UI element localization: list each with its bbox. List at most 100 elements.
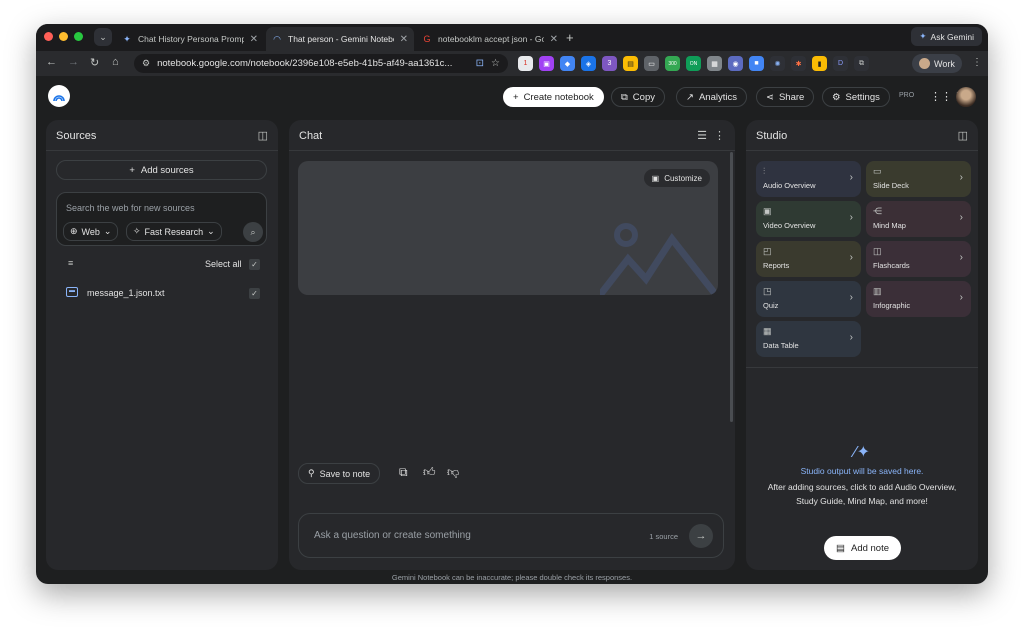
close-window-button[interactable] xyxy=(44,32,53,41)
extension-icon[interactable]: ◉ xyxy=(728,56,743,71)
extension-icon[interactable]: ◆ xyxy=(560,56,575,71)
arrow-right-icon: → xyxy=(695,530,707,542)
quiz-tile[interactable]: ◳ Quiz › xyxy=(756,281,861,317)
extension-icon[interactable]: ■ xyxy=(749,56,764,71)
web-chip-label: Web xyxy=(81,226,100,237)
web-chip[interactable]: ⊕ Web ⌄ xyxy=(63,222,119,241)
filter-icon[interactable]: ≡ xyxy=(68,258,73,268)
chevron-down-icon: ⌄ xyxy=(207,226,215,236)
more-options-icon[interactable]: ⋮ xyxy=(714,129,725,142)
back-arrow-icon[interactable]: ← xyxy=(46,56,57,68)
url-bar[interactable]: ⚙ notebook.google.com/notebook/2396e108-… xyxy=(134,54,508,73)
profile-label: Work xyxy=(934,58,955,69)
copy-button[interactable]: ⧉ Copy xyxy=(611,87,665,107)
tab-chat-history[interactable]: ✦ Chat History Persona Prompt ✕ xyxy=(116,27,264,51)
studio-panel: Studio ◫ ⫶ Audio Overview › ▭ Slide Deck… xyxy=(746,120,978,570)
save-note-label: Save to note xyxy=(319,468,371,479)
source-name: message_1.json.txt xyxy=(87,288,165,298)
extension-icon[interactable]: ▦ xyxy=(707,56,722,71)
extension-icon[interactable]: 300 xyxy=(665,56,680,71)
extension-icon[interactable]: ▮ xyxy=(812,56,827,71)
notebooklm-icon: ◠ xyxy=(273,33,281,44)
flashcards-tile[interactable]: ◫ Flashcards › xyxy=(866,241,971,277)
tab-google-search[interactable]: G notebooklm accept json - Go ✕ xyxy=(416,27,564,51)
source-item[interactable]: ▬ message_1.json.txt ✓ xyxy=(56,286,267,304)
copy-icon[interactable]: ⧉ xyxy=(399,465,408,480)
create-notebook-label: Create notebook xyxy=(523,91,594,103)
extension-icon[interactable]: ✱ xyxy=(791,56,806,71)
tile-label: Data Table xyxy=(763,341,799,350)
mind-map-tile[interactable]: ⋲ Mind Map › xyxy=(866,201,971,237)
chat-input[interactable]: Ask a question or create something xyxy=(314,530,471,541)
extension-icon[interactable]: 3 xyxy=(602,56,617,71)
analytics-button[interactable]: ↗ Analytics xyxy=(676,87,747,107)
audio-overview-tile[interactable]: ⫶ Audio Overview › xyxy=(756,161,861,197)
maximize-window-button[interactable] xyxy=(74,32,83,41)
save-to-note-button[interactable]: ⚲ Save to note xyxy=(298,463,381,484)
data-table-tile[interactable]: ▦ Data Table › xyxy=(756,321,861,357)
tab-search-button[interactable]: ⌄ xyxy=(94,28,112,46)
chat-input-box[interactable]: Ask a question or create something 1 sou… xyxy=(298,513,724,558)
source-checkbox[interactable]: ✓ xyxy=(249,288,260,299)
note-icon: ▤ xyxy=(836,542,845,554)
research-chip-label: Fast Research xyxy=(144,226,204,237)
puzzle-icon[interactable]: ⧉ xyxy=(854,56,869,71)
settings-button[interactable]: ⚙ Settings xyxy=(822,87,890,107)
extension-icon[interactable]: 1 xyxy=(518,56,533,71)
extension-icon[interactable]: ▣ xyxy=(539,56,554,71)
tile-label: Audio Overview xyxy=(763,181,816,190)
thumbs-up-icon[interactable]: 👍︎ xyxy=(423,465,436,480)
reload-icon[interactable]: ↻ xyxy=(90,56,99,69)
search-input[interactable]: Search the web for new sources xyxy=(66,203,195,213)
profile-button[interactable]: Work xyxy=(912,54,962,73)
select-all-checkbox[interactable]: ✓ xyxy=(249,259,260,270)
reports-tile[interactable]: ◰ Reports › xyxy=(756,241,861,277)
close-tab-icon[interactable]: ✕ xyxy=(250,34,258,45)
source-count: 1 source xyxy=(649,532,678,541)
infographic-tile[interactable]: ▥ Infographic › xyxy=(866,281,971,317)
thumbs-down-icon[interactable]: 👎︎ xyxy=(447,465,459,480)
bookmark-star-icon[interactable]: ☆ xyxy=(491,58,500,69)
send-button[interactable]: → xyxy=(689,524,713,548)
copy-icon: ⧉ xyxy=(621,91,628,103)
ask-gemini-button[interactable]: ✦ Ask Gemini xyxy=(911,27,982,46)
app-header: + Create notebook ⧉ Copy ↗ Analytics ⋖ S… xyxy=(36,76,988,116)
tab-notebook[interactable]: ◠ That person - Gemini Notebo ✕ xyxy=(266,27,414,51)
chat-title: Chat xyxy=(299,130,323,142)
new-tab-button[interactable]: + xyxy=(566,30,574,45)
chat-panel: Chat ☰ ⋮ ▣ Customize ⚲ Save to note ⧉ 👍︎… xyxy=(289,120,735,570)
add-note-button[interactable]: ▤ Add note xyxy=(824,536,902,560)
account-avatar[interactable] xyxy=(956,87,976,107)
research-mode-chip[interactable]: ✧ Fast Research ⌄ xyxy=(126,222,222,241)
minimize-window-button[interactable] xyxy=(59,32,68,41)
slide-deck-tile[interactable]: ▭ Slide Deck › xyxy=(866,161,971,197)
file-icon: ▬ xyxy=(66,287,78,297)
collapse-panel-icon[interactable]: ◫ xyxy=(258,129,268,142)
forward-arrow-icon[interactable]: → xyxy=(68,56,79,68)
add-sources-button[interactable]: + Add sources xyxy=(56,160,267,180)
extension-icon[interactable]: ON xyxy=(686,56,701,71)
create-notebook-button[interactable]: + Create notebook xyxy=(503,87,604,107)
customize-button[interactable]: ▣ Customize xyxy=(643,169,710,187)
home-icon[interactable]: ⌂ xyxy=(112,56,119,68)
extension-icon[interactable]: ▤ xyxy=(623,56,638,71)
browser-menu-icon[interactable]: ⋮ xyxy=(972,57,982,68)
collapse-panel-icon[interactable]: ◫ xyxy=(958,129,968,142)
video-overview-tile[interactable]: ▣ Video Overview › xyxy=(756,201,861,237)
extension-icon[interactable]: ✺ xyxy=(770,56,785,71)
extension-icon[interactable]: D xyxy=(833,56,848,71)
site-settings-icon[interactable]: ⚙ xyxy=(142,58,150,69)
share-button[interactable]: ⋖ Share xyxy=(756,87,815,107)
search-submit-button[interactable]: ⌕ xyxy=(243,222,263,242)
close-tab-icon[interactable]: ✕ xyxy=(550,34,558,45)
divider xyxy=(746,150,978,151)
tune-icon[interactable]: ☰ xyxy=(697,129,707,142)
extension-icon[interactable]: ◈ xyxy=(581,56,596,71)
settings-label: Settings xyxy=(845,91,880,103)
copy-label: Copy xyxy=(632,91,655,103)
extension-icon[interactable]: ▭ xyxy=(644,56,659,71)
chat-scrollbar[interactable] xyxy=(730,152,733,422)
close-tab-icon[interactable]: ✕ xyxy=(400,34,408,45)
install-app-icon[interactable]: ⊡ xyxy=(476,58,484,69)
notebooklm-logo-icon[interactable] xyxy=(48,85,70,107)
